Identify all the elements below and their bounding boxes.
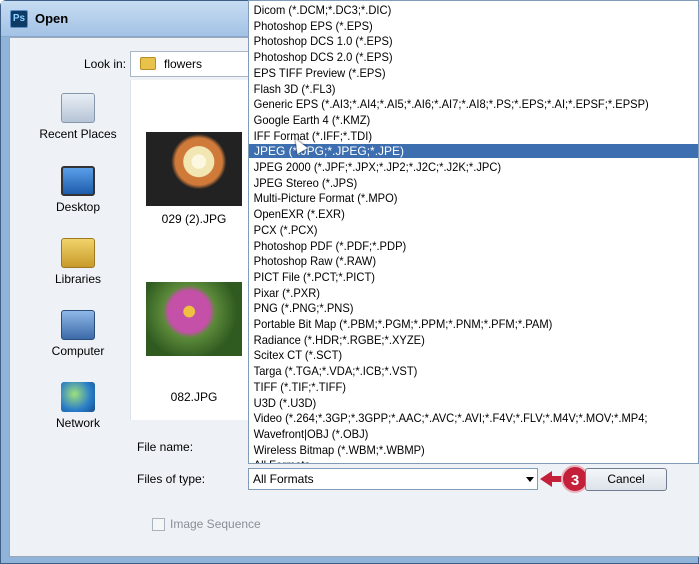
format-list-item[interactable]: Generic EPS (*.AI3;*.AI4;*.AI5;*.AI6;*.A… [249,97,668,111]
libraries-icon [61,238,95,268]
format-list-item[interactable]: Video (*.264;*.3GP;*.3GPP;*.AAC;*.AVC;*.… [249,411,668,425]
image-sequence-label: Image Sequence [170,517,261,531]
sidebar-item-label: Recent Places [39,127,117,141]
file-name-label: 082.JPG [170,390,218,404]
format-list-item[interactable]: U3D (*.U3D) [249,396,668,410]
format-list-item[interactable]: PNG (*.PNG;*.PNS) [249,301,668,315]
image-sequence-checkbox[interactable] [152,518,165,531]
format-list-item[interactable]: Photoshop EPS (*.EPS) [249,19,668,33]
file-thumbnail[interactable] [146,132,242,206]
files-of-type-value: All Formats [253,472,314,486]
recent-places-icon [61,93,95,123]
look-in-label: Look in: [84,57,127,71]
format-list-item[interactable]: Targa (*.TGA;*.VDA;*.ICB;*.VST) [249,364,668,378]
network-icon [61,382,95,412]
format-list-item[interactable]: Wireless Bitmap (*.WBM;*.WBMP) [249,443,668,457]
sidebar-item-computer[interactable]: Computer [30,310,126,358]
format-list-item[interactable]: EPS TIFF Preview (*.EPS) [249,66,668,80]
format-list-item[interactable]: All Formats [249,458,668,463]
format-list-item[interactable]: Pixar (*.PXR) [249,286,668,300]
sidebar-item-libraries[interactable]: Libraries [30,238,126,286]
format-list-item[interactable]: Scitex CT (*.SCT) [249,348,668,362]
look-in-value: flowers [164,57,203,71]
folder-icon [140,57,156,70]
format-list-item[interactable]: Wavefront|OBJ (*.OBJ) [249,427,668,441]
chevron-down-icon[interactable] [526,477,534,482]
format-list-item[interactable]: PCX (*.PCX) [249,223,668,237]
sidebar-item-recent-places[interactable]: Recent Places [30,93,126,141]
format-list-item[interactable]: Photoshop DCS 1.0 (*.EPS) [249,34,668,48]
file-format-dropdown-list[interactable]: Dicom (*.DCM;*.DC3;*.DIC) Photoshop EPS (… [248,0,699,464]
format-list-item[interactable]: Multi-Picture Format (*.MPO) [249,191,668,205]
format-list-item[interactable]: TIFF (*.TIF;*.TIFF) [249,380,668,394]
format-list-item[interactable]: Photoshop PDF (*.PDF;*.PDP) [249,239,668,253]
sidebar-item-network[interactable]: Network [30,382,126,430]
format-list-item[interactable]: Radiance (*.HDR;*.RGBE;*.XYZE) [249,333,668,347]
format-list-item[interactable]: Photoshop Raw (*.RAW) [249,254,668,268]
format-list-item[interactable]: PICT File (*.PCT;*.PICT) [249,270,668,284]
format-list-item[interactable]: Portable Bit Map (*.PBM;*.PGM;*.PPM;*.PN… [249,317,668,331]
sidebar-item-desktop[interactable]: Desktop [30,166,126,214]
format-list-item[interactable]: Flash 3D (*.FL3) [249,82,668,96]
file-name-label: 029 (2).JPG [161,212,227,226]
file-thumbnail[interactable] [146,282,242,356]
cancel-button[interactable]: Cancel [585,468,667,491]
format-list-item[interactable]: JPEG Stereo (*.JPS) [249,176,668,190]
computer-icon [61,310,95,340]
sidebar-item-label: Desktop [55,200,101,214]
sidebar-item-label: Computer [51,344,105,358]
window-title: Open [35,11,69,26]
photoshop-app-icon: Ps [10,10,28,28]
file-name-field-label: File name: [137,440,194,454]
format-list-item[interactable]: Dicom (*.DCM;*.DC3;*.DIC) [249,3,668,17]
desktop-icon [61,166,95,196]
format-list-item[interactable]: IFF Format (*.IFF;*.TDI) [249,129,668,143]
format-list-item[interactable]: Photoshop DCS 2.0 (*.EPS) [249,50,668,64]
format-list-item[interactable]: JPEG 2000 (*.JPF;*.JPX;*.JP2;*.J2C;*.J2K… [249,160,668,174]
sidebar-item-label: Network [55,416,100,430]
files-of-type-label: Files of type: [137,472,206,486]
format-list-item[interactable]: OpenEXR (*.EXR) [249,207,668,221]
format-list-item[interactable]: JPEG (*.JPG;*.JPEG;*.JPE) [249,144,698,159]
sidebar-item-label: Libraries [54,272,102,286]
format-list-item[interactable]: Google Earth 4 (*.KMZ) [249,113,668,127]
